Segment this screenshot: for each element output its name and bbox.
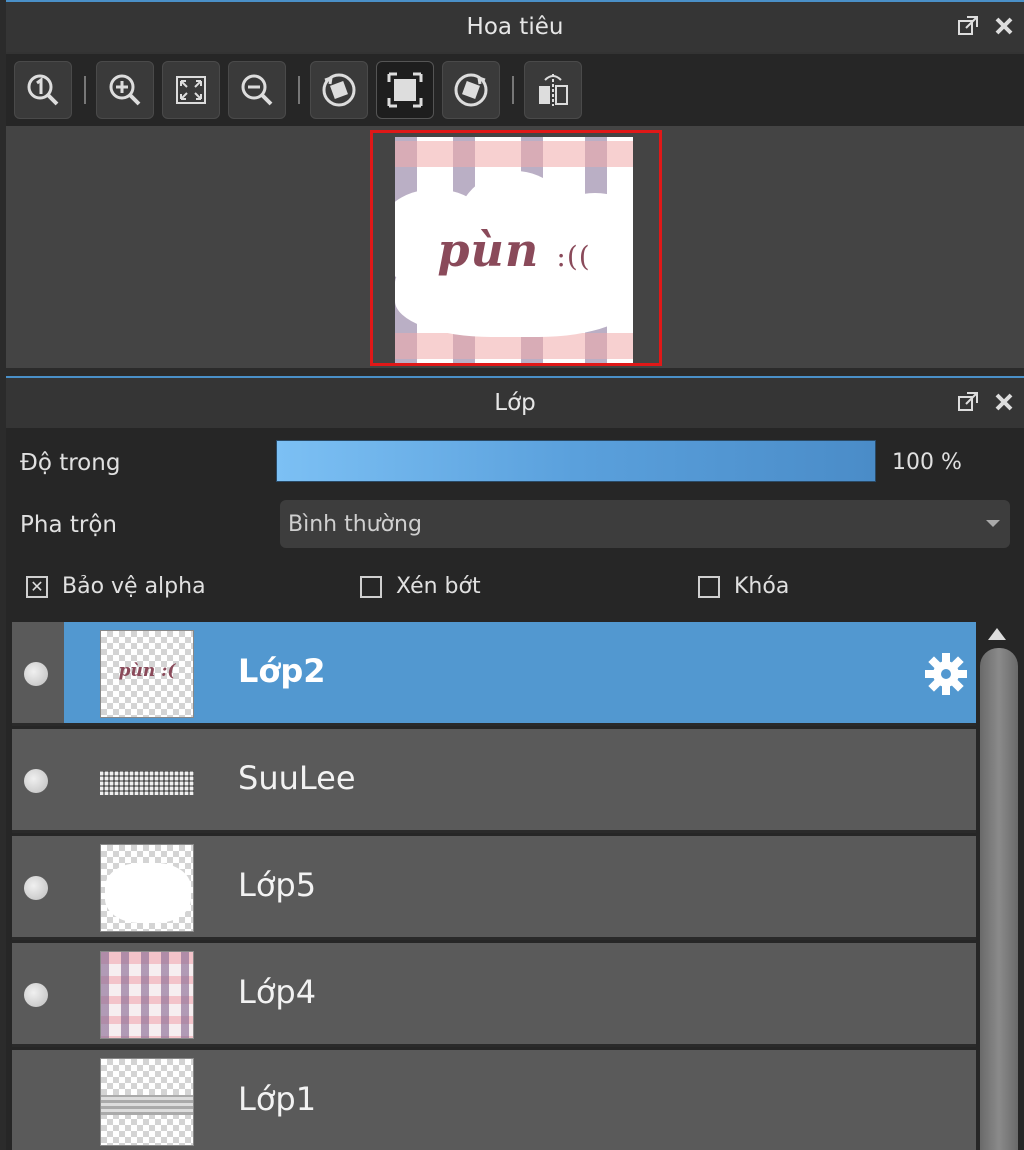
layer-thumbnail: [100, 844, 194, 932]
clipping-label: Xén bớt: [396, 574, 481, 599]
navigator-controls: [956, 14, 1016, 38]
layers-panel: Lớp Độ trong 100 % Pha trộn Bình thường …: [6, 376, 1024, 1150]
toolbar-separator: [512, 76, 514, 104]
layers-controls: [956, 390, 1016, 414]
lock-label: Khóa: [734, 574, 790, 599]
rotate-left-icon[interactable]: [310, 61, 368, 119]
visibility-toggle[interactable]: [24, 983, 48, 1007]
close-icon[interactable]: [992, 390, 1016, 414]
protect-alpha-checkbox[interactable]: ✕ Bảo vệ alpha: [26, 574, 206, 599]
opacity-value: 100 %: [892, 450, 962, 475]
toolbar-separator: [84, 76, 86, 104]
visibility-toggle[interactable]: [24, 662, 48, 686]
clipping-checkbox[interactable]: Xén bớt: [360, 574, 481, 599]
layer-row[interactable]: SuuLee: [12, 729, 976, 833]
app-root: Hoa tiêu pùn:((Lớp Độ trong 100 % Pha …: [0, 0, 1024, 1150]
layer-row[interactable]: Lớp5: [12, 836, 976, 940]
unchecked-box-icon: [698, 575, 720, 598]
layer-row[interactable]: Lớp4: [12, 943, 976, 1047]
navigator-panel: Hoa tiêu pùn:((: [6, 0, 1024, 368]
fit-canvas-icon[interactable]: [376, 61, 434, 119]
layer-list: pùn :( Lớp2 SuuLee Lớp5 Lớp4 Lớp1: [12, 622, 976, 1150]
canvas-preview: pùn :((: [395, 137, 633, 363]
fit-screen-icon[interactable]: [162, 61, 220, 119]
blend-label: Pha trộn: [20, 512, 117, 538]
blend-mode-select[interactable]: Bình thường: [280, 500, 1010, 548]
layer-name: Lớp1: [238, 1080, 317, 1118]
visibility-toggle[interactable]: [24, 876, 48, 900]
navigator-toolbar: [6, 54, 1024, 126]
lock-checkbox[interactable]: Khóa: [698, 574, 789, 599]
chevron-down-icon: [986, 520, 1000, 527]
preview-text: pùn :((: [437, 223, 591, 277]
opacity-slider[interactable]: [276, 440, 876, 482]
selection-highlight: [64, 622, 976, 723]
viewport-rectangle[interactable]: pùn :((: [370, 130, 662, 366]
layer-row[interactable]: pùn :( Lớp2: [12, 622, 976, 726]
toolbar-separator: [298, 76, 300, 104]
layer-thumbnail: [100, 737, 194, 825]
flip-horizontal-icon[interactable]: [524, 61, 582, 119]
popout-icon[interactable]: [956, 390, 980, 414]
scroll-thumb[interactable]: [980, 648, 1018, 1150]
layers-title: Lớp: [6, 378, 1024, 428]
opacity-label: Độ trong: [20, 450, 121, 476]
zoom-out-icon[interactable]: [228, 61, 286, 119]
navigator-view[interactable]: pùn :((: [6, 126, 1024, 368]
layer-options: ✕ Bảo vệ alpha Xén bớt Khóa: [22, 574, 1012, 604]
scroll-up-icon[interactable]: [988, 628, 1006, 640]
layer-thumbnail: [100, 1058, 194, 1146]
layer-name: SuuLee: [238, 759, 356, 797]
layer-name: Lớp5: [238, 866, 317, 904]
layer-thumbnail: [100, 951, 194, 1039]
checked-box-icon: ✕: [26, 575, 48, 598]
rotate-right-icon[interactable]: [442, 61, 500, 119]
layer-name: Lớp4: [238, 973, 317, 1011]
visibility-toggle[interactable]: [24, 769, 48, 793]
protect-alpha-label: Bảo vệ alpha: [62, 574, 206, 599]
unchecked-box-icon: [360, 575, 382, 598]
layer-row[interactable]: Lớp1: [12, 1050, 976, 1150]
layer-name: Lớp2: [238, 652, 326, 690]
gear-icon[interactable]: [922, 650, 970, 698]
close-icon[interactable]: [992, 14, 1016, 38]
blend-mode-value: Bình thường: [288, 511, 422, 537]
layers-scrollbar[interactable]: [978, 622, 1018, 1150]
layer-thumbnail: pùn :(: [100, 630, 194, 718]
zoom-actual-icon[interactable]: [14, 61, 72, 119]
zoom-in-icon[interactable]: [96, 61, 154, 119]
navigator-title: Hoa tiêu: [6, 2, 1024, 52]
popout-icon[interactable]: [956, 14, 980, 38]
